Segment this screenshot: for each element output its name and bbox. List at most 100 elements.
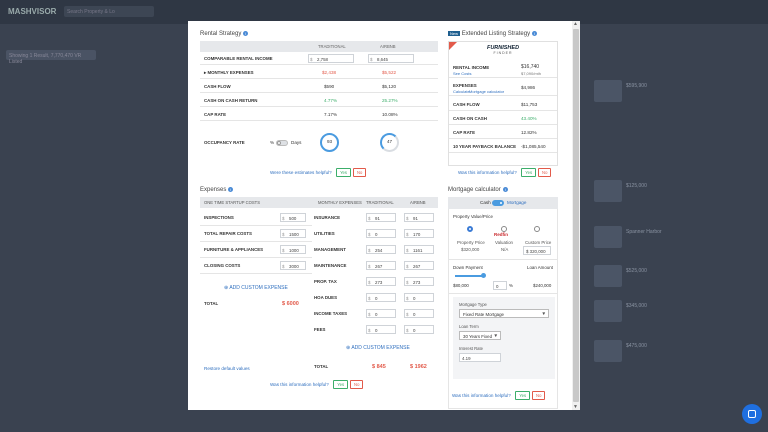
one-time-cost-input[interactable]: $500 [280,213,306,222]
occupancy-unit-toggle[interactable] [276,140,288,146]
listing-thumbnail[interactable] [594,80,622,102]
modal-scrollbar[interactable]: ▲ ▼ [572,21,580,410]
cap-rate-label: CAP RATE [453,130,476,135]
valuation-label: Valuation [495,240,513,245]
monthly-expense-airbnb-input[interactable]: $170 [404,229,434,238]
monthly-expenses-airbnb: $5,522 [382,70,397,75]
restore-defaults-link[interactable]: Restore default values [204,366,250,371]
mortgage-calculator-title: Mortgage calculator [448,187,501,194]
info-icon[interactable]: i [243,31,249,36]
mortgage-calculator-section: Mortgage calculator i Cash Mortgage Prope… [448,187,558,409]
cash-on-cash-airbnb: 25.27% [382,98,398,103]
see-costs-link[interactable]: See Costs [453,71,471,76]
custom-price-input[interactable]: $ 320,000 [523,246,551,255]
monthly-expense-airbnb-input[interactable]: $273 [404,277,434,286]
mortgage-calculator-link[interactable]: Mortgage calculator [469,89,504,94]
cash-mortgage-toggle[interactable] [492,200,504,206]
monthly-expense-label: MANAGEMENT [314,247,346,252]
expenses-value: $4,986 [521,85,536,90]
monthly-expense-label: UTILITIES [314,231,335,236]
monthly-expense-traditional-input[interactable]: $267 [366,261,396,270]
loan-term-select[interactable]: 30 Years Fixed ▾ [459,331,501,340]
one-time-cost-input[interactable]: $1000 [280,245,306,254]
calculate-link[interactable]: Calculate [453,89,470,94]
info-icon[interactable]: i [502,187,508,192]
monthly-expense-row: MAINTENANCE $267 $267 [312,258,438,274]
add-custom-expense-button[interactable]: ⊕ ADD CUSTOM EXPENSE [346,345,410,351]
comparable-income-airbnb-input[interactable]: $8,645 [368,54,414,63]
property-analysis-modal: ▲ ▼ Rental Strategy i TRADITIONAL AIRBNB … [188,21,580,410]
cash-option[interactable]: Cash [480,200,491,205]
scrollbar-thumb[interactable] [573,29,579,402]
cap-rate-value: 12.82% [521,130,537,135]
site-logo[interactable]: MASHVISOR [8,7,56,16]
monthly-expenses-toggle[interactable]: ▸ MONTHLY EXPENSES [204,70,254,76]
one-time-cost-label: CLOSING COSTS [204,263,241,268]
listing-thumbnail[interactable] [594,300,622,322]
rental-income-label: RENTAL INCOME [453,65,490,70]
yes-button[interactable]: Yes [333,380,349,389]
interest-rate-input[interactable]: 4.19 [459,353,501,362]
yes-button[interactable]: Yes [515,391,531,400]
one-time-cost-row: FURNITURE & APPLIANCES $1000 [200,242,312,258]
info-icon[interactable]: i [532,31,538,36]
listing-thumbnail[interactable] [594,226,622,248]
monthly-expense-airbnb-input[interactable]: $267 [404,261,434,270]
expenses-label: EXPENSES [453,83,477,88]
no-button[interactable]: No [350,380,364,389]
down-payment-slider-handle[interactable] [481,273,486,278]
one-time-cost-input[interactable]: $3000 [280,261,306,270]
one-time-cost-label: TOTAL REPAIR COSTS [204,231,252,236]
no-button[interactable]: No [352,168,367,177]
monthly-expense-airbnb-input[interactable]: $0 [404,325,434,334]
listing-price: $595,900 [626,83,647,89]
occupancy-days-option[interactable]: Days [291,140,301,145]
scroll-down-arrow-icon[interactable]: ▼ [573,404,578,410]
no-button[interactable]: No [532,391,546,400]
listing-thumbnail[interactable] [594,340,622,362]
col-airbnb: AIRBNB [380,44,396,49]
one-time-cost-input[interactable]: $1500 [280,229,306,238]
one-time-cost-label: FURNITURE & APPLIANCES [204,247,264,252]
monthly-expense-traditional-input[interactable]: $254 [366,245,396,254]
expenses-title: Expenses [200,187,227,194]
monthly-expense-airbnb-input[interactable]: $91 [404,213,434,222]
chat-launcher-button[interactable] [742,404,762,424]
monthly-expense-traditional-input[interactable]: $0 [366,293,396,302]
listing-thumbnail[interactable] [594,180,622,202]
mortgage-type-select[interactable]: Fixed Rate Mortgage ▾ [459,309,549,318]
add-custom-expense-button[interactable]: ⊕ ADD CUSTOM EXPENSE [224,285,288,291]
loan-amount-label: Loan Amount [527,265,553,270]
monthly-expense-traditional-input[interactable]: $0 [366,325,396,334]
property-price-radio[interactable] [467,226,473,232]
loan-term-label: Loan Term [459,324,479,329]
col-airbnb: AIRBNB [410,200,426,205]
no-button[interactable]: No [538,168,552,177]
down-payment-percent-input[interactable]: 0 [493,281,507,290]
yes-button[interactable]: Yes [521,168,537,177]
monthly-expense-airbnb-input[interactable]: $1161 [404,245,434,254]
yes-button[interactable]: Yes [336,168,351,177]
occupancy-percent-option[interactable]: % [270,140,274,145]
listing-thumbnail[interactable] [594,265,622,287]
background-search-input[interactable]: Search Property & Lo [64,6,154,17]
extended-listing-title: Extended Listing Strategy [461,31,531,38]
monthly-expense-airbnb-input[interactable]: $0 [404,309,434,318]
monthly-expense-traditional-input[interactable]: $91 [366,213,396,222]
monthly-expense-traditional-input[interactable]: $0 [366,229,396,238]
monthly-expense-traditional-input[interactable]: $273 [366,277,396,286]
listing-price: $125,000 [626,183,647,189]
custom-price-radio[interactable] [534,226,540,232]
monthly-expense-traditional-input[interactable]: $0 [366,309,396,318]
comparable-income-label: COMPARABLE RENTAL INCOME [204,56,273,61]
monthly-expense-airbnb-input[interactable]: $0 [404,293,434,302]
down-payment-value: $80,000 [453,283,469,288]
comparable-income-traditional-input[interactable]: $2,758 [308,54,354,63]
listing-price: $475,000 [626,343,647,349]
furnished-finder-logo: FURNISHED FINDER [486,45,520,55]
info-icon[interactable]: i [228,187,234,192]
scroll-up-arrow-icon[interactable]: ▲ [573,21,578,27]
mortgage-option[interactable]: Mortgage [507,200,526,205]
down-payment-slider-track[interactable] [455,275,483,277]
interest-rate-label: Interest Rate [459,346,483,351]
